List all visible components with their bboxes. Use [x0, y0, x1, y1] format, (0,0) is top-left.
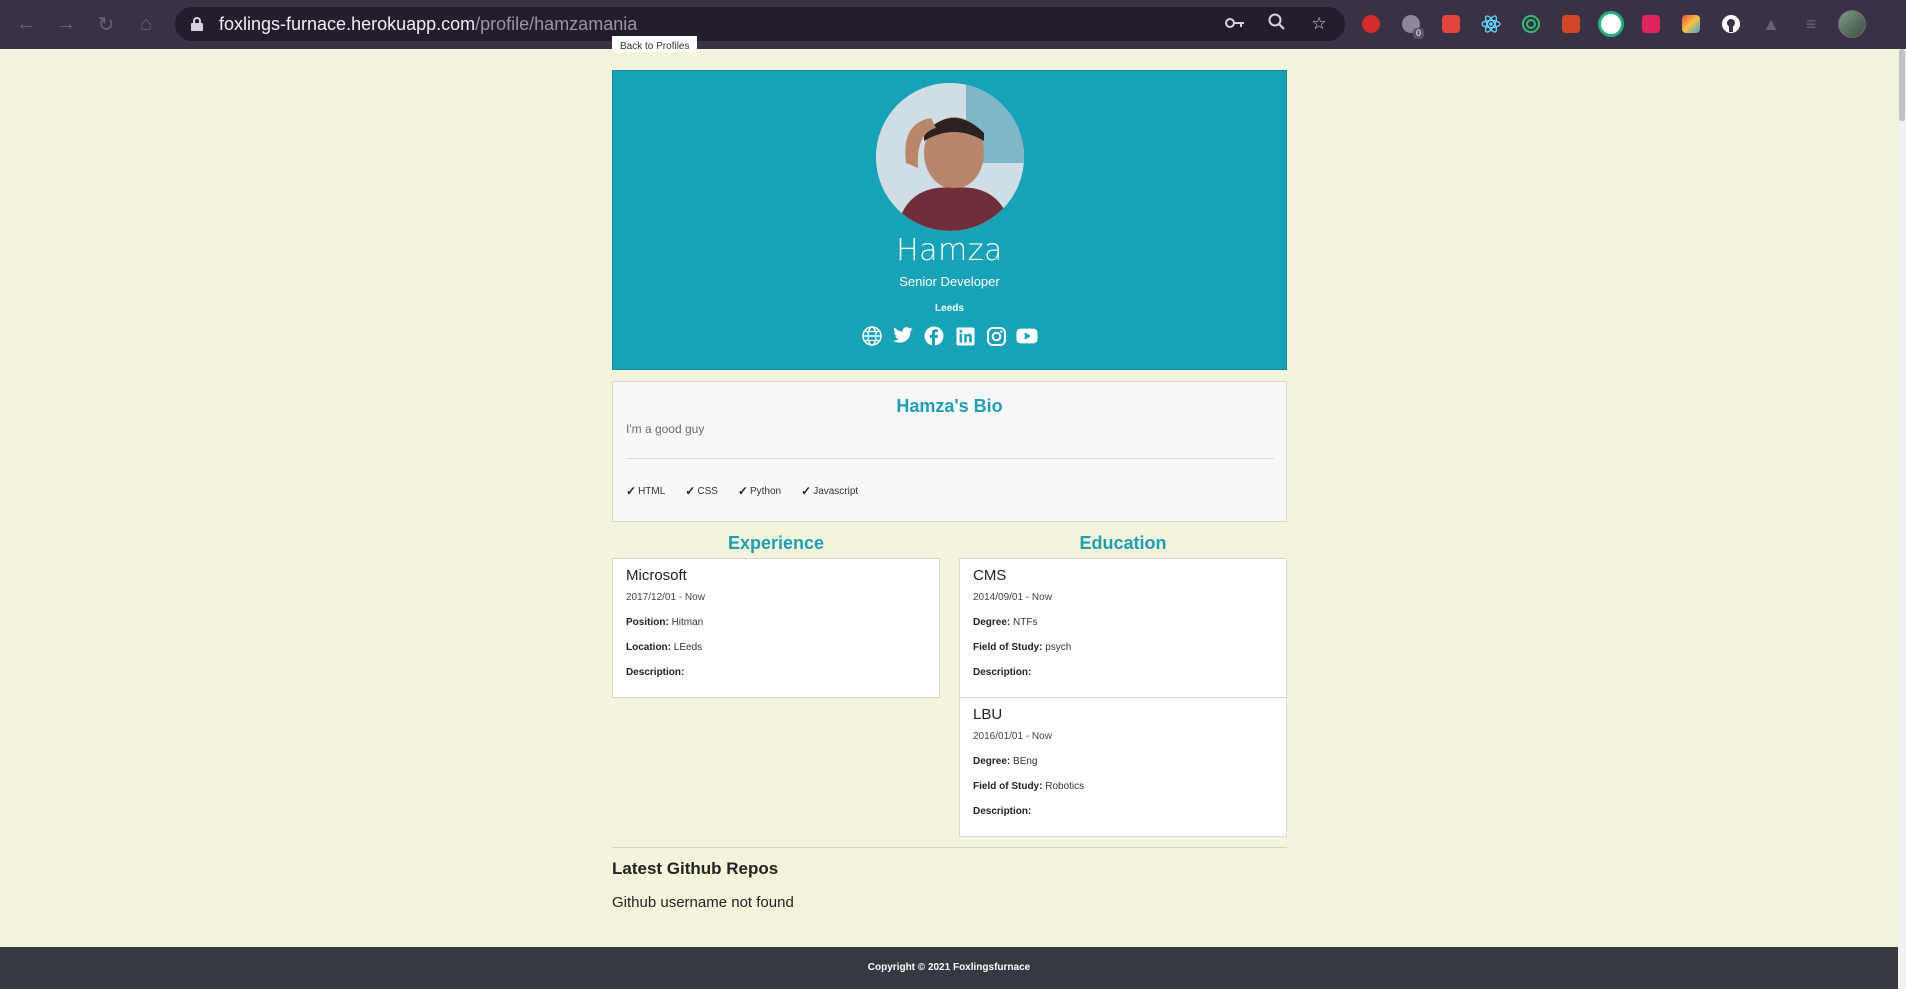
description-row: Description:: [626, 667, 684, 678]
youtube-icon[interactable]: [1016, 325, 1038, 347]
forward-arrow-icon[interactable]: →: [46, 0, 86, 49]
degree-value: NTFs: [1013, 617, 1038, 628]
degree-label: Degree:: [973, 617, 1011, 628]
description-label: Description:: [973, 667, 1032, 678]
field-value: psych: [1045, 642, 1072, 653]
description-row: Description:: [973, 667, 1031, 678]
github-title: Latest Github Repos: [612, 859, 779, 878]
active-extension-icon[interactable]: [1596, 9, 1626, 39]
degree-row: Degree: NTFs: [973, 617, 1037, 628]
bookmark-star-icon[interactable]: ☆: [1309, 14, 1329, 34]
extension-badge: 0: [1412, 28, 1424, 39]
reading-list-icon[interactable]: ≡: [1796, 9, 1826, 39]
twitter-icon[interactable]: [892, 325, 914, 347]
profile-location: Leeds: [935, 303, 964, 314]
bookmark-extension-icon[interactable]: [1636, 9, 1666, 39]
reload-icon[interactable]: ↻: [86, 0, 126, 49]
position-value: Hitman: [671, 617, 704, 628]
check-icon: ✓: [737, 484, 748, 498]
education-dates: 2016/01/01 - Now: [973, 731, 1052, 742]
lock-icon[interactable]: [191, 17, 203, 31]
field-value: Robotics: [1045, 781, 1085, 792]
skill-item: ✓ Javascript: [801, 484, 858, 498]
skill-label: Javascript: [813, 485, 859, 497]
education-dates: 2014/09/01 - Now: [973, 592, 1052, 603]
url-host: foxlings-furnace.herokuapp.com: [219, 13, 476, 34]
social-links: [613, 325, 1286, 347]
check-icon: ✓: [626, 484, 637, 498]
back-to-profiles-link[interactable]: Back to Profiles: [612, 36, 698, 52]
url-path: /profile/hamzamania: [475, 13, 638, 34]
experience-dates: 2017/12/01 - Now: [626, 592, 705, 603]
key-icon[interactable]: [1225, 14, 1245, 34]
location-label: Location:: [626, 642, 671, 653]
description-label: Description:: [973, 806, 1032, 817]
github-divider: [612, 847, 1287, 848]
degree-row: Degree: BEng: [973, 756, 1038, 767]
puzzle-extensions-icon[interactable]: ▲: [1756, 9, 1786, 39]
education-title: Education: [1079, 533, 1167, 553]
field-label: Field of Study:: [973, 781, 1043, 792]
skill-item: ✓ HTML: [626, 484, 665, 498]
bio-divider: [626, 458, 1274, 459]
extensions-tray: 0 ▲ ≡: [1356, 8, 1826, 40]
profile-header-card: Hamza Senior Developer Leeds: [612, 70, 1287, 370]
skills-list: ✓ HTML ✓ CSS ✓ Python ✓ Javascript: [626, 484, 858, 498]
facebook-icon[interactable]: [923, 325, 945, 347]
location-row: Location: LEeds: [626, 642, 702, 653]
browser-toolbar: ← → ↻ ⌂ foxlings-furnace.herokuapp.com/p…: [0, 0, 1906, 49]
school-name: LBU: [973, 706, 1003, 723]
skill-label: Python: [749, 485, 782, 497]
scrollbar-thumb[interactable]: [1899, 49, 1905, 121]
education-card: LBU 2016/01/01 - Now Degree: BEng Field …: [959, 697, 1287, 837]
check-icon: ✓: [685, 484, 696, 498]
company-name: Microsoft: [626, 567, 687, 584]
linkedin-icon[interactable]: [954, 325, 976, 347]
profile-name: Hamza: [896, 233, 1003, 268]
skill-item: ✓ Python: [738, 484, 781, 498]
skill-item: ✓ CSS: [685, 484, 718, 498]
bio-text: I'm a good guy: [626, 422, 705, 436]
react-devtools-icon[interactable]: [1476, 9, 1506, 39]
experience-card: Microsoft 2017/12/01 - Now Position: Hit…: [612, 558, 940, 698]
position-label: Position:: [626, 617, 669, 628]
check-icon: ✓: [801, 484, 812, 498]
degree-label: Degree:: [973, 756, 1011, 767]
page-scrollbar[interactable]: [1898, 49, 1906, 989]
bio-section: Hamza's Bio I'm a good guy ✓ HTML ✓ CSS ✓ P…: [612, 381, 1287, 522]
website-icon[interactable]: [861, 325, 883, 347]
target-extension-icon[interactable]: [1516, 9, 1546, 39]
address-bar[interactable]: foxlings-furnace.herokuapp.com/profile/h…: [175, 7, 1345, 41]
school-name: CMS: [973, 567, 1007, 584]
home-icon[interactable]: ⌂: [126, 0, 166, 49]
screen-recorder-extension-icon[interactable]: [1436, 9, 1466, 39]
education-card: CMS 2014/09/01 - Now Degree: NTFs Field …: [959, 558, 1287, 698]
github-message: Github username not found: [612, 894, 794, 911]
profile-avatar: [876, 83, 1024, 231]
browser-profile-avatar[interactable]: [1838, 10, 1866, 38]
footer-copyright: Copyright © 2021 Foxlingsfurnace: [867, 962, 1031, 973]
github-icon[interactable]: [1716, 9, 1746, 39]
zoom-icon[interactable]: [1267, 13, 1287, 36]
skill-label: HTML: [638, 485, 666, 497]
description-row: Description:: [973, 806, 1031, 817]
instagram-icon[interactable]: [985, 325, 1007, 347]
profile-status: Senior Developer: [899, 274, 1000, 289]
bio-title: Hamza's Bio: [896, 396, 1003, 416]
degree-value: BEng: [1013, 756, 1038, 767]
location-value: LEeds: [673, 642, 703, 653]
color-extension-icon[interactable]: [1676, 9, 1706, 39]
position-row: Position: Hitman: [626, 617, 703, 628]
experience-title: Experience: [727, 533, 825, 553]
skill-label: CSS: [697, 485, 718, 497]
lock-extension-icon[interactable]: [1356, 9, 1386, 39]
help-extension-icon[interactable]: 0: [1396, 9, 1426, 39]
back-arrow-icon[interactable]: ←: [6, 0, 46, 49]
description-label: Description:: [626, 667, 685, 678]
field-row: Field of Study: psych: [973, 642, 1071, 653]
powerpoint-extension-icon[interactable]: [1556, 9, 1586, 39]
field-label: Field of Study:: [973, 642, 1043, 653]
footer: Copyright © 2021 Foxlingsfurnace: [0, 947, 1898, 989]
field-row: Field of Study: Robotics: [973, 781, 1084, 792]
